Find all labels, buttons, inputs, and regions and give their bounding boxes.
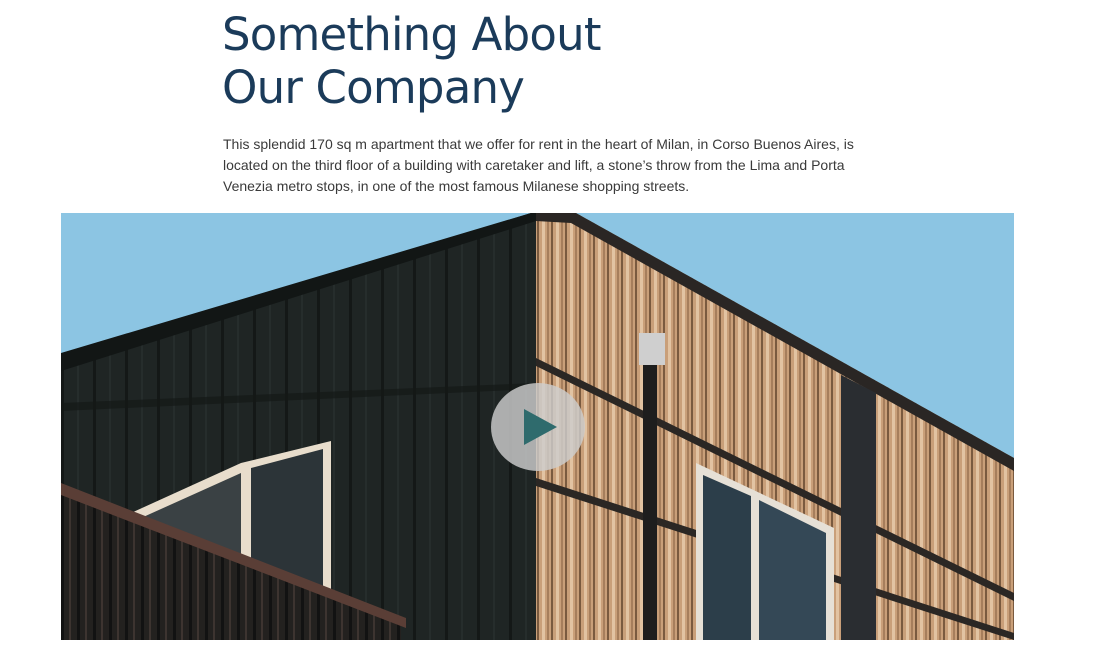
play-icon (524, 409, 557, 445)
section-description: This splendid 170 sq m apartment that we… (223, 136, 854, 194)
section-heading: Something About Our Company (222, 8, 602, 114)
play-button[interactable] (491, 383, 585, 471)
heading-line-2: Our Company (222, 61, 525, 114)
heading-line-1: Something About (222, 8, 602, 61)
video-player[interactable] (61, 213, 1014, 640)
